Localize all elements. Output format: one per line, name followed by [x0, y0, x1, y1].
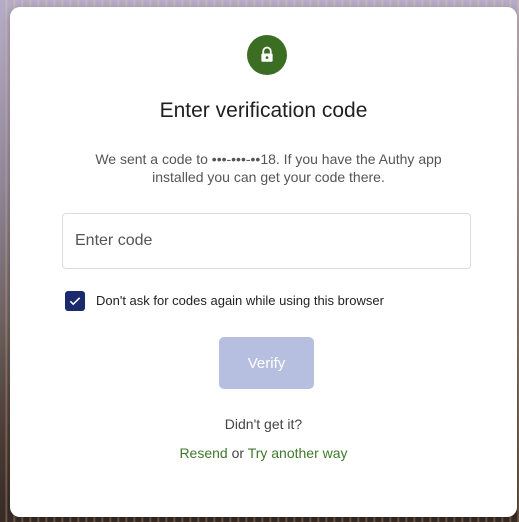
- page-title: Enter verification code: [159, 99, 368, 122]
- lock-badge: [247, 35, 287, 75]
- verify-button[interactable]: Verify: [219, 337, 314, 389]
- lock-icon: [261, 46, 273, 62]
- didnt-get-it-text: Didn't get it?: [224, 416, 303, 432]
- alternate-actions: Resend or Try another way: [10, 445, 517, 461]
- verification-code-input[interactable]: [62, 213, 471, 269]
- checkmark-icon: [69, 297, 81, 306]
- try-another-way-link[interactable]: Try another way: [248, 445, 348, 461]
- remember-browser-label[interactable]: Don't ask for codes again while using th…: [96, 293, 384, 308]
- remember-browser-checkbox[interactable]: [65, 291, 85, 311]
- or-separator: or: [231, 445, 245, 461]
- verification-card: Enter verification code We sent a code t…: [10, 7, 517, 517]
- instructions-text: We sent a code to •••-•••-••18. If you h…: [95, 151, 442, 185]
- resend-link[interactable]: Resend: [179, 445, 227, 461]
